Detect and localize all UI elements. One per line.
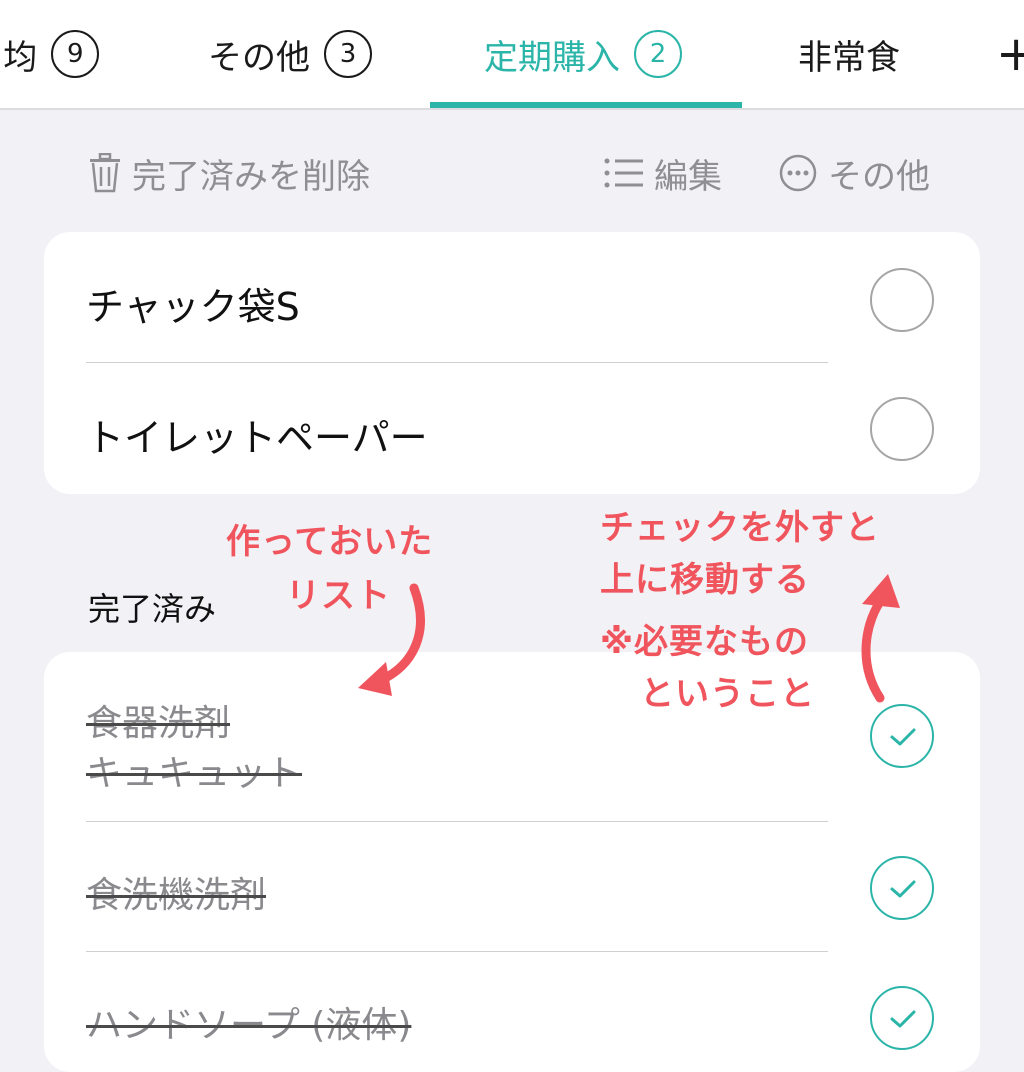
tab-hyakkin[interactable]: ) 均 9 <box>0 0 100 108</box>
edit-label: 編集 <box>654 156 722 197</box>
tab-label: その他 <box>208 37 310 78</box>
delete-completed-label: 完了済みを削除 <box>132 156 370 197</box>
tab-count-badge: 2 <box>634 30 682 78</box>
list-item[interactable]: トイレットペーパー <box>44 363 980 494</box>
tab-label: 定期購入 <box>484 37 620 78</box>
trash-icon <box>88 153 122 193</box>
list-icon <box>604 156 644 190</box>
annotation-text: 上に移動する <box>600 560 810 600</box>
item-label: チャック袋S <box>86 285 300 329</box>
tab-teiki-kounyu[interactable]: 定期購入 2 <box>484 0 682 108</box>
item-checkbox[interactable] <box>870 397 934 461</box>
tab-count-badge: 3 <box>324 30 372 78</box>
item-label: ハンドソープ (液体) <box>86 1005 412 1046</box>
item-checkbox-checked[interactable] <box>870 704 934 768</box>
tab-label: 均 <box>3 37 38 78</box>
checkmark-icon <box>890 1010 916 1028</box>
completed-list-card: 食器洗剤 キュキュット 食洗機洗剤 ハンドソープ (液体) <box>44 652 980 1072</box>
annotation-text: チェックを外すと <box>600 508 880 548</box>
tab-bar: ) 均 9 その他 3 定期購入 2 非常食 + <box>0 0 1024 110</box>
tab-count-badge: 9 <box>51 30 100 78</box>
item-label: 食器洗剤 <box>86 703 231 744</box>
more-dots-icon <box>778 153 818 193</box>
item-label-line2: キュキュット <box>86 753 303 794</box>
annotation-text: 作っておいた <box>226 522 434 562</box>
annotation-arrow-left <box>358 583 425 696</box>
annotation-text: ※必要なもの <box>600 622 810 662</box>
active-list-card: チャック袋S トイレットペーパー <box>44 232 980 494</box>
item-checkbox[interactable] <box>870 268 934 332</box>
annotation-arrow-right <box>861 574 900 703</box>
checkmark-icon <box>890 728 916 746</box>
item-label: トイレットペーパー <box>86 416 428 460</box>
more-label: その他 <box>828 156 930 197</box>
completed-section-title: 完了済み <box>88 590 217 628</box>
active-tab-indicator <box>430 102 742 108</box>
item-label: 食洗機洗剤 <box>86 875 267 916</box>
completed-item[interactable]: ハンドソープ (液体) <box>44 952 980 1072</box>
delete-completed-button[interactable]: 完了済みを削除 <box>88 146 370 200</box>
completed-item[interactable]: 食洗機洗剤 <box>44 822 980 952</box>
item-checkbox-checked[interactable] <box>870 856 934 920</box>
item-checkbox-checked[interactable] <box>870 986 934 1050</box>
list-item[interactable]: チャック袋S <box>44 232 980 363</box>
edit-button[interactable]: 編集 <box>604 146 722 200</box>
checkmark-icon <box>890 880 916 898</box>
more-button[interactable]: その他 <box>778 146 930 200</box>
annotation-text: ということ <box>640 674 815 714</box>
tab-sonota[interactable]: その他 3 <box>208 0 372 108</box>
tab-label: 非常食 <box>798 37 900 78</box>
add-tab-button[interactable]: + <box>996 26 1024 82</box>
tab-hijoushoku[interactable]: 非常食 <box>798 0 900 108</box>
